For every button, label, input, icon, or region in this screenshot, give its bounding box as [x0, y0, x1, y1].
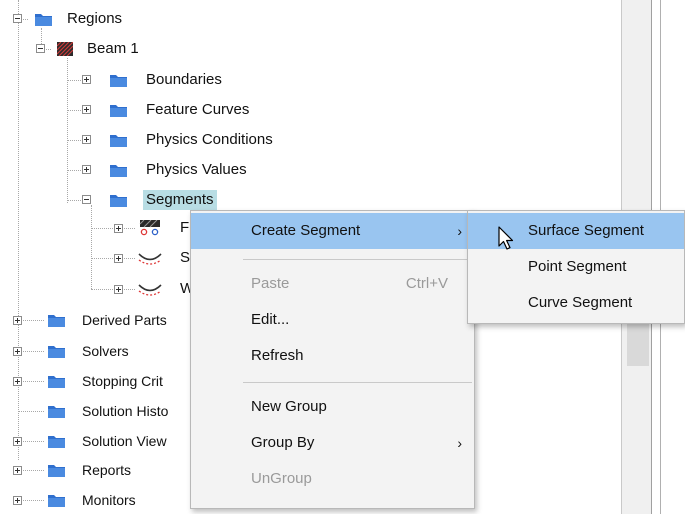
menu-item-group-by[interactable]: Group By ›: [191, 425, 474, 461]
expand-icon[interactable]: [114, 285, 123, 294]
folder-icon: [48, 376, 65, 388]
context-menu: Create Segment › Paste Ctrl+V Edit... Re…: [190, 210, 475, 509]
tree-node-label: Beam 1: [87, 40, 139, 57]
menu-item-label: Edit...: [251, 311, 290, 328]
folder-icon: [110, 165, 127, 177]
menu-item-label: Paste: [251, 275, 290, 292]
tree-node-label: Solvers: [82, 343, 129, 359]
tree-node-label: S: [180, 249, 191, 266]
expand-icon[interactable]: [13, 466, 22, 475]
menu-item-curve-segment[interactable]: Curve Segment: [468, 285, 684, 321]
expand-icon[interactable]: [82, 135, 91, 144]
expand-icon[interactable]: [13, 347, 22, 356]
tree-node-physics-values[interactable]: Physics Values: [0, 160, 320, 180]
submenu-arrow-icon: ›: [457, 223, 462, 239]
tree-node-physics-conditions[interactable]: Physics Conditions: [0, 130, 320, 150]
curve-segment-icon: [138, 253, 162, 265]
folder-icon: [110, 135, 127, 147]
menu-item-label: New Group: [251, 398, 327, 415]
tree-node-regions[interactable]: Regions: [0, 9, 300, 29]
folder-icon: [110, 195, 127, 207]
collapse-icon[interactable]: [36, 44, 45, 53]
collapse-icon[interactable]: [82, 195, 91, 204]
menu-item-label: Group By: [251, 434, 315, 451]
tree-node-solution-views[interactable]: Solution View: [0, 431, 200, 451]
menu-item-shortcut: Ctrl+V: [405, 275, 448, 292]
tree-node-label: Solution View: [82, 433, 167, 449]
expand-icon[interactable]: [82, 105, 91, 114]
tree-node-label: Derived Parts: [82, 312, 167, 328]
tree-node-feature-curves[interactable]: Feature Curves: [0, 100, 320, 120]
expand-icon[interactable]: [13, 377, 22, 386]
expand-icon[interactable]: [82, 165, 91, 174]
region-icon: [57, 42, 73, 56]
expand-icon[interactable]: [13, 437, 22, 446]
menu-item-ungroup[interactable]: UnGroup: [191, 461, 474, 497]
tree-node-label: Boundaries: [146, 71, 222, 88]
tree-node-segment-child[interactable]: S: [0, 248, 200, 268]
curve-segment-icon: [138, 284, 162, 296]
surface-segment-icon: [139, 220, 160, 236]
folder-icon: [110, 75, 127, 87]
expand-icon[interactable]: [13, 316, 22, 325]
expand-icon[interactable]: [114, 254, 123, 263]
mouse-pointer-icon: [498, 226, 514, 250]
tree-node-label: Segments: [143, 190, 217, 210]
folder-icon: [48, 315, 65, 327]
tree-node-segment-child[interactable]: W: [0, 279, 200, 299]
menu-separator: [243, 382, 472, 383]
expand-icon[interactable]: [82, 75, 91, 84]
tree-node-solvers[interactable]: Solvers: [0, 341, 200, 361]
folder-icon: [48, 465, 65, 477]
tree-node-label: Physics Values: [146, 161, 247, 178]
menu-item-label: Curve Segment: [528, 294, 633, 311]
folder-icon: [35, 14, 52, 26]
menu-item-create-segment[interactable]: Create Segment ›: [191, 213, 474, 249]
tree-node-label: Solution Histo: [82, 403, 169, 419]
menu-item-refresh[interactable]: Refresh: [191, 338, 474, 374]
folder-icon: [48, 495, 65, 507]
menu-item-label: Point Segment: [528, 258, 627, 275]
tree-node-boundaries[interactable]: Boundaries: [0, 70, 320, 90]
menu-item-point-segment[interactable]: Point Segment: [468, 249, 684, 285]
tree-node-solution-history[interactable]: Solution Histo: [0, 401, 200, 421]
menu-item-paste[interactable]: Paste Ctrl+V: [191, 266, 474, 302]
menu-item-edit[interactable]: Edit...: [191, 302, 474, 338]
folder-icon: [48, 406, 65, 418]
collapse-icon[interactable]: [13, 14, 22, 23]
menu-item-label: Refresh: [251, 347, 304, 364]
tree-node-derived-parts[interactable]: Derived Parts: [0, 310, 200, 330]
tree-node-label: Physics Conditions: [146, 131, 273, 148]
tree-node-stopping-criteria[interactable]: Stopping Crit: [0, 371, 200, 391]
folder-icon: [48, 346, 65, 358]
tree-node-label: Reports: [82, 462, 132, 478]
tree-node-segments[interactable]: Segments: [0, 190, 320, 210]
folder-icon: [110, 105, 127, 117]
tree-node-beam[interactable]: Beam 1: [0, 39, 300, 59]
tree-node-label: Monitors: [82, 492, 136, 508]
submenu-arrow-icon: ›: [457, 435, 462, 451]
folder-icon: [48, 436, 65, 448]
tree-node-monitors[interactable]: Monitors: [0, 490, 200, 510]
tree-node-label: Feature Curves: [146, 101, 250, 118]
expand-icon[interactable]: [13, 496, 22, 505]
menu-item-label: UnGroup: [251, 470, 312, 487]
menu-item-new-group[interactable]: New Group: [191, 389, 474, 425]
tree-node-label: F: [180, 219, 190, 236]
menu-item-label: Create Segment: [251, 222, 361, 239]
tree-node-label: Stopping Crit: [82, 373, 163, 389]
menu-item-label: Surface Segment: [528, 222, 644, 239]
menu-separator: [243, 259, 472, 260]
expand-icon[interactable]: [114, 224, 123, 233]
tree-node-label: Regions: [67, 10, 123, 27]
tree-node-segment-child[interactable]: F: [0, 218, 200, 238]
tree-node-reports[interactable]: Reports: [0, 460, 200, 480]
